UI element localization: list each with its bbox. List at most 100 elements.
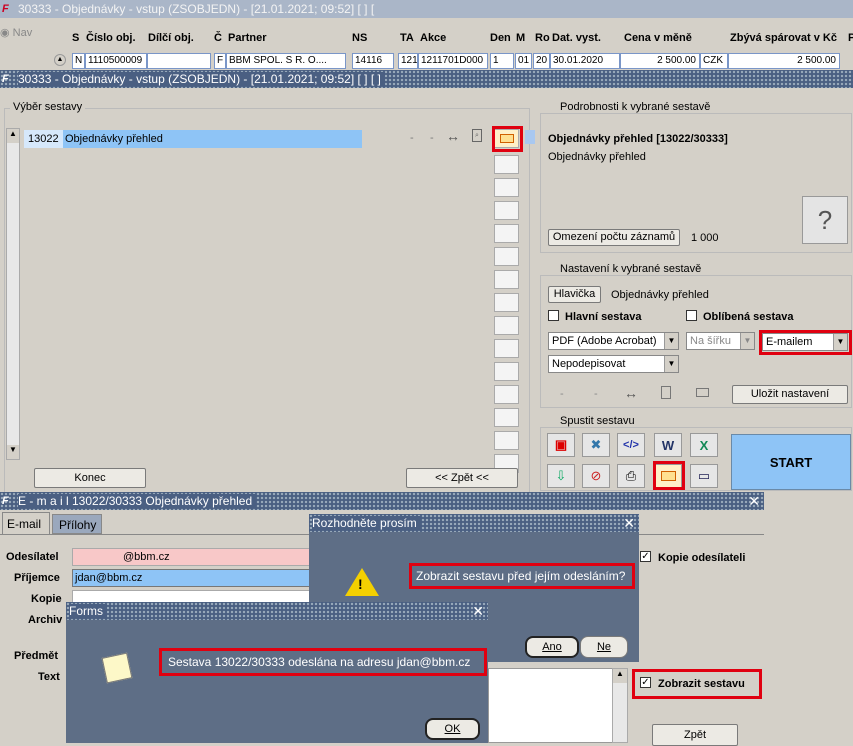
note-icon: [101, 652, 133, 684]
row-slot[interactable]: [494, 201, 519, 220]
orientation-value: Na šířku: [690, 335, 731, 347]
cell[interactable]: 30.01.2020: [550, 53, 620, 69]
cell[interactable]: 20: [533, 53, 550, 69]
row-slot[interactable]: [494, 431, 519, 450]
ano-button[interactable]: Ano: [525, 636, 579, 658]
odesilatel-field[interactable]: @bbm.cz: [72, 548, 312, 566]
scroll-up-icon[interactable]: ▲: [7, 129, 19, 143]
row-slot[interactable]: [494, 362, 519, 381]
word-button[interactable]: W: [654, 433, 682, 457]
pdf-icon: ⌕: [472, 129, 482, 142]
cell[interactable]: 1110500009: [85, 53, 147, 69]
print-button[interactable]: ⎙: [617, 464, 645, 488]
ok-button[interactable]: OK: [425, 718, 480, 740]
format-select[interactable]: PDF (Adobe Acrobat) ▼: [548, 332, 679, 350]
ulozit-button[interactable]: Uložit nastavení: [732, 385, 848, 404]
report-title: 30333 - Objednávky - vstup (ZSOBJEDN) - …: [18, 72, 385, 86]
podrobnosti-label: Podrobnosti k vybrané sestavě: [557, 101, 714, 113]
attach-button[interactable]: ⊘: [582, 464, 610, 488]
zpet-button[interactable]: << Zpět <<: [406, 468, 518, 488]
cell[interactable]: 1: [490, 53, 514, 69]
row-slot[interactable]: [494, 247, 519, 266]
download-button[interactable]: ⇩: [547, 464, 575, 488]
row-slot[interactable]: [494, 293, 519, 312]
odesilatel-label: Odesílatel: [6, 551, 59, 563]
row-selector[interactable]: [525, 130, 535, 144]
screen-button[interactable]: ▭: [690, 464, 718, 488]
cell[interactable]: BBM SPOL. S R. O....: [226, 53, 346, 69]
close-icon[interactable]: ✕: [623, 514, 635, 532]
detail-title: Objednávky přehled [13022/30333]: [548, 133, 728, 145]
scroll-down-icon[interactable]: ▼: [7, 445, 19, 459]
word-icon: W: [661, 437, 675, 453]
row-slot[interactable]: [494, 339, 519, 358]
close-icon[interactable]: ✕: [472, 602, 484, 620]
col-header: Den: [490, 32, 511, 44]
excel-button[interactable]: X: [690, 433, 718, 457]
cell[interactable]: 1211701D000: [418, 53, 488, 69]
row-slot[interactable]: [494, 178, 519, 197]
tools-button[interactable]: ✖: [582, 433, 610, 457]
col-header: TA: [400, 32, 414, 44]
kopie-label: Kopie: [31, 593, 62, 605]
col-header: Číslo obj.: [86, 32, 136, 44]
download-icon: ⇩: [555, 468, 567, 483]
cell[interactable]: CZK: [700, 53, 728, 69]
cell[interactable]: 01: [515, 53, 532, 69]
odesilatel-value: @bbm.cz: [123, 551, 170, 563]
omezeni-button[interactable]: Omezení počtu záznamů: [548, 229, 680, 246]
start-button[interactable]: START: [731, 434, 851, 490]
row-slot[interactable]: [494, 155, 519, 174]
orientation-select[interactable]: Na šířku ▼: [686, 332, 755, 350]
hlavni-checkbox[interactable]: [548, 310, 559, 321]
forms-logo-icon: F: [2, 495, 9, 507]
cell[interactable]: 121: [398, 53, 418, 69]
printer-help-icon[interactable]: ?: [802, 196, 848, 244]
scroll-up-icon[interactable]: ▲: [613, 669, 627, 683]
report-row[interactable]: 13022 Objednávky přehled: [24, 130, 362, 148]
text-scrollbar[interactable]: ▲: [612, 668, 628, 743]
cell[interactable]: 2 500.00: [620, 53, 700, 69]
prijemce-field[interactable]: jdan@bbm.cz: [72, 569, 312, 587]
forms-title-bar: Forms ✕: [66, 602, 488, 620]
row-slot[interactable]: [494, 408, 519, 427]
forms-title: Forms: [69, 604, 107, 618]
signature-value: Nepodepisovat: [552, 358, 626, 370]
warning-mark: !: [358, 576, 363, 592]
highlight-row-email: [492, 126, 523, 152]
monitor-icon: ▭: [697, 468, 711, 483]
signature-select[interactable]: Nepodepisovat ▼: [548, 355, 679, 373]
row-slot[interactable]: [494, 385, 519, 404]
cell[interactable]: 2 500.00: [728, 53, 840, 69]
cell[interactable]: N: [72, 53, 85, 69]
close-icon[interactable]: ✕: [748, 492, 760, 510]
bg-title: 30333 - Objednávky - vstup (ZSOBJEDN) - …: [18, 2, 375, 16]
cell[interactable]: F: [214, 53, 226, 69]
scroll-up-arrow-icon[interactable]: ▲: [54, 54, 66, 66]
konec-button[interactable]: Konec: [34, 468, 146, 488]
pdf-icon: [661, 386, 671, 399]
cell[interactable]: 14116: [352, 53, 394, 69]
text-area[interactable]: [488, 668, 628, 743]
row-slot[interactable]: [494, 224, 519, 243]
col-header: Č: [214, 32, 222, 44]
ne-button[interactable]: Ne: [580, 636, 628, 658]
dash: -: [560, 388, 564, 400]
pdf-output-button[interactable]: ▣: [547, 433, 575, 457]
format-value: PDF (Adobe Acrobat): [552, 335, 657, 347]
bg-title-bar: F 30333 - Objednávky - vstup (ZSOBJEDN) …: [0, 0, 853, 18]
kopie-odesilateli-checkbox[interactable]: ✓: [640, 551, 651, 562]
hlavicka-button[interactable]: Hlavička: [548, 286, 601, 303]
oblibena-checkbox[interactable]: [686, 310, 697, 321]
xml-button[interactable]: </>: [617, 433, 645, 457]
cell[interactable]: [147, 53, 211, 69]
tab-prilohy[interactable]: Přílohy: [52, 514, 102, 534]
report-code: 13022: [24, 130, 62, 148]
col-header: Partner: [228, 32, 267, 44]
row-slot[interactable]: [494, 316, 519, 335]
row-slot[interactable]: [494, 270, 519, 289]
list-scrollbar[interactable]: ▲ ▼: [6, 128, 20, 460]
col-header: S: [72, 32, 80, 44]
nastaveni-label: Nastavení k vybrané sestavě: [557, 263, 705, 275]
tab-email[interactable]: E-mail: [2, 512, 50, 534]
